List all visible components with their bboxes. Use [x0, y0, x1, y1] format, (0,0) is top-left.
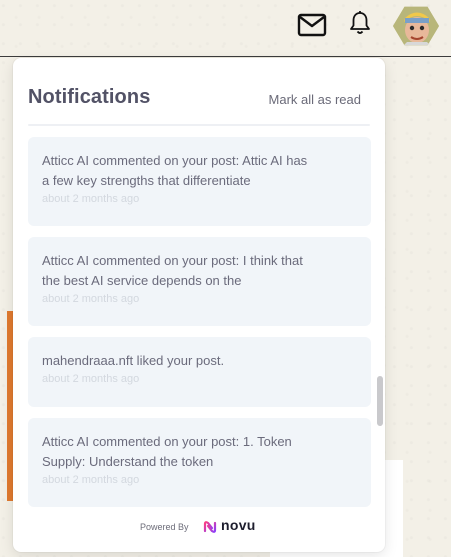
notification-item[interactable]: mahendraaa.nft liked your post. about 2 …	[28, 337, 371, 407]
notification-text: Atticc AI commented on your post: Attic …	[42, 153, 308, 188]
notification-text: Atticc AI commented on your post: 1. Tok…	[42, 434, 292, 469]
powered-by-label: Powered By	[140, 522, 189, 532]
top-navigation-bar	[0, 0, 451, 57]
bell-icon[interactable]	[348, 10, 372, 36]
header-divider	[28, 124, 370, 126]
notification-item[interactable]: Atticc AI commented on your post: Attic …	[28, 137, 371, 226]
notification-time: about 2 months ago	[42, 293, 140, 305]
avatar-illustration	[393, 6, 439, 46]
notification-time: about 2 months ago	[42, 193, 140, 205]
notifications-header: Notifications Mark all as read	[13, 58, 385, 126]
mark-all-read-button[interactable]: Mark all as read	[269, 92, 361, 107]
notification-text: mahendraaa.nft liked your post.	[42, 353, 225, 368]
scrollbar-thumb[interactable]	[377, 376, 383, 426]
notifications-title: Notifications	[28, 86, 151, 108]
notification-time: about 2 months ago	[42, 474, 140, 486]
notifications-footer: Powered By novu	[13, 510, 385, 552]
notification-item[interactable]: Atticc AI commented on your post: 1. Tok…	[28, 418, 371, 507]
mail-icon[interactable]	[297, 10, 327, 40]
novu-logo-icon[interactable]	[202, 519, 218, 535]
notification-text: Atticc AI commented on your post: I thin…	[42, 253, 303, 288]
notifications-popover: Notifications Mark all as read Atticc AI…	[13, 58, 385, 552]
notification-item[interactable]: Atticc AI commented on your post: I thin…	[28, 237, 371, 326]
profile-avatar[interactable]	[393, 6, 439, 46]
novu-brand[interactable]: novu	[221, 517, 256, 533]
notification-time: about 2 months ago	[42, 373, 140, 385]
notification-list[interactable]: Atticc AI commented on your post: Attic …	[28, 137, 371, 507]
